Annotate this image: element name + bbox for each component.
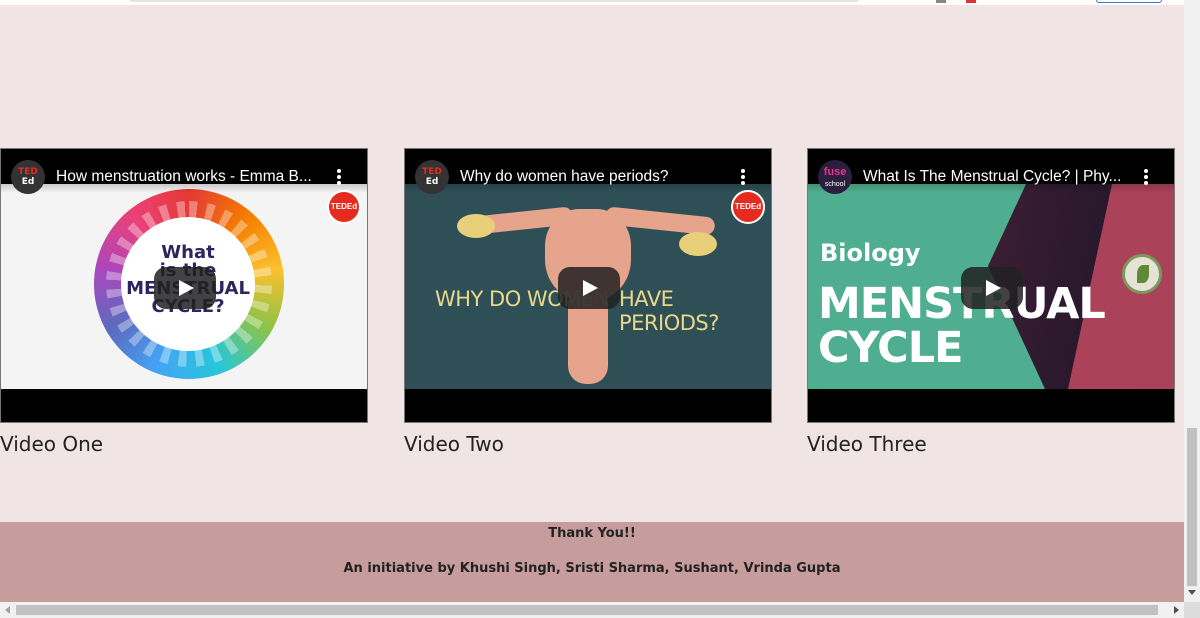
- channel-avatar-fuse-school[interactable]: fuse school: [818, 160, 852, 194]
- channel-logo-text: Ed: [425, 177, 439, 187]
- video-caption: Video Two: [404, 432, 504, 456]
- horizontal-scroll-thumb[interactable]: [16, 605, 1158, 615]
- play-icon[interactable]: [558, 267, 620, 309]
- profile-button-edge[interactable]: [1096, 0, 1162, 3]
- video-card-two: WHY DO WOMEN HAVE PERIODS? TED Ed Why do…: [404, 148, 772, 456]
- ted-ed-badge: TEDEd: [731, 190, 765, 224]
- thumbnail-text-line: CYCLE: [818, 323, 963, 373]
- channel-logo-text: fuse: [823, 166, 847, 178]
- extension-icon-red[interactable]: [966, 0, 976, 3]
- video-caption: Video Three: [807, 432, 927, 456]
- footer-thanks: Thank You!!: [548, 526, 636, 541]
- ovary-illustration: [457, 214, 495, 238]
- channel-logo-text: TED: [422, 167, 442, 177]
- thumbnail-text-right: HAVE PERIODS?: [619, 287, 719, 335]
- address-bar-edge[interactable]: [130, 0, 858, 2]
- extension-icon[interactable]: [936, 0, 946, 3]
- scroll-down-arrow-icon[interactable]: [1188, 590, 1196, 595]
- page-footer: Thank You!! An initiative by Khushi Sing…: [0, 522, 1184, 602]
- youtube-embed-two[interactable]: WHY DO WOMEN HAVE PERIODS? TED Ed Why do…: [404, 148, 772, 423]
- youtube-embed-three[interactable]: Biology MENSTRUAL CYCLE fuse school What…: [807, 148, 1175, 423]
- thumbnail-subject: Biology: [820, 239, 921, 267]
- horizontal-scrollbar[interactable]: [0, 602, 1184, 618]
- ted-ed-badge: TEDEd: [327, 190, 361, 224]
- channel-logo-text: Ed: [21, 177, 35, 187]
- footer-credits: An initiative by Khushi Singh, Sristi Sh…: [343, 561, 841, 576]
- youtube-video-title[interactable]: What Is The Menstrual Cycle? | Phy...: [863, 168, 1133, 186]
- video-card-three: Biology MENSTRUAL CYCLE fuse school What…: [807, 148, 1175, 456]
- video-gallery: What is the MENSTRUAL CYCLE? TED Ed How …: [0, 148, 1184, 468]
- play-icon[interactable]: [961, 267, 1023, 309]
- video-caption: Video One: [0, 432, 104, 456]
- more-options-icon[interactable]: [1144, 169, 1148, 185]
- plant-icon: [1122, 254, 1162, 294]
- ovary-illustration: [679, 232, 717, 256]
- youtube-video-title[interactable]: Why do women have periods?: [460, 168, 730, 186]
- channel-avatar-ted-ed[interactable]: TED Ed: [11, 160, 45, 194]
- youtube-embed-one[interactable]: What is the MENSTRUAL CYCLE? TED Ed How …: [0, 148, 368, 423]
- play-icon[interactable]: [154, 267, 216, 309]
- vertical-scroll-thumb[interactable]: [1187, 428, 1197, 586]
- scroll-left-arrow-icon[interactable]: [5, 606, 10, 614]
- more-options-icon[interactable]: [337, 169, 341, 185]
- channel-logo-text: TED: [18, 167, 38, 177]
- scrollbar-corner: [1184, 602, 1200, 618]
- channel-avatar-ted-ed[interactable]: TED Ed: [415, 160, 449, 194]
- video-card-one: What is the MENSTRUAL CYCLE? TED Ed How …: [0, 148, 368, 456]
- more-options-icon[interactable]: [741, 169, 745, 185]
- vertical-scrollbar[interactable]: [1184, 0, 1200, 604]
- scroll-right-arrow-icon[interactable]: [1174, 606, 1179, 614]
- channel-logo-text: school: [824, 181, 846, 188]
- browser-top-strip: [0, 0, 1184, 5]
- youtube-video-title[interactable]: How menstruation works - Emma B...: [56, 168, 326, 186]
